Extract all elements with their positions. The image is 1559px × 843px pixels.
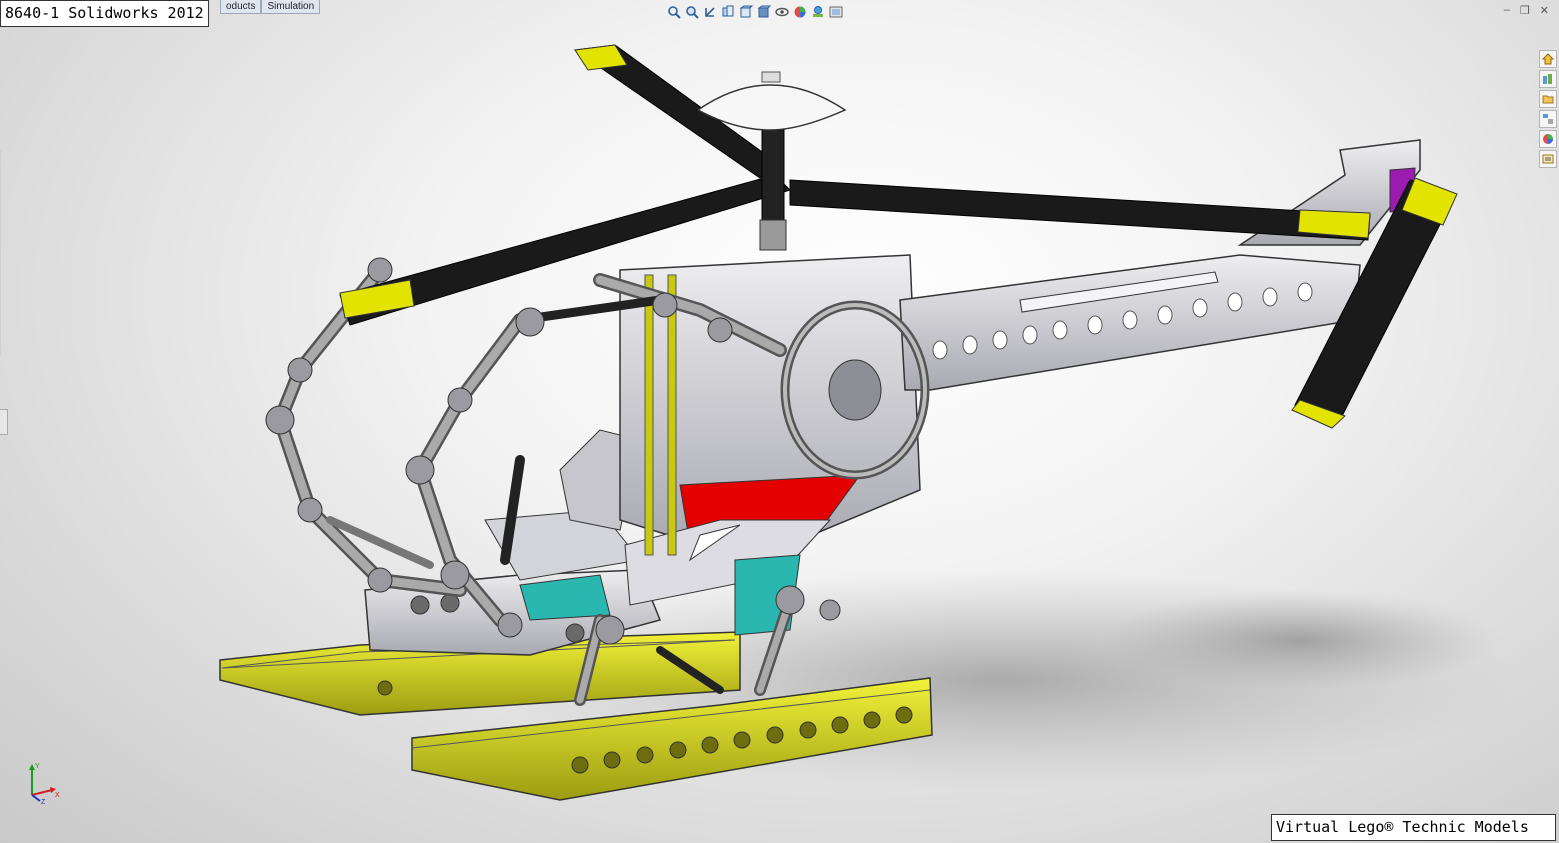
reference-triad: Y X Z [29,763,60,805]
custom-properties-icon[interactable] [1539,150,1557,168]
view-orientation-icon[interactable] [738,4,754,20]
display-style-icon[interactable] [756,4,772,20]
tab-simulation[interactable]: Simulation [261,0,321,14]
triad-x-label: X [55,792,60,799]
watermark-label: Virtual Lego® Technic Models [1271,814,1556,841]
command-manager-tabs: oducts Simulation [220,0,321,14]
file-explorer-icon[interactable] [1539,90,1557,108]
resources-icon[interactable] [1539,50,1557,68]
triad-z-label: Z [41,799,46,805]
previous-view-icon[interactable] [702,4,718,20]
view-palette-icon[interactable] [1539,110,1557,128]
window-controls: – ❐ ✕ [1504,4,1549,17]
tab-products[interactable]: oducts [220,0,262,14]
section-view-icon[interactable] [720,4,736,20]
zoom-to-fit-icon[interactable] [666,4,682,20]
heads-up-view-toolbar [666,3,844,21]
edit-appearance-icon[interactable] [792,4,808,20]
view-settings-icon[interactable] [828,4,844,20]
close-button[interactable]: ✕ [1540,4,1549,17]
zoom-area-icon[interactable] [684,4,700,20]
minimize-button[interactable]: – [1504,4,1510,17]
design-library-icon[interactable] [1539,70,1557,88]
restore-button[interactable]: ❐ [1520,4,1530,17]
ground-shadow-rotor [1100,590,1500,690]
triad-y-label: Y [35,763,40,770]
helicopter-model-viewport[interactable] [0,0,1559,843]
appearances-icon[interactable] [1539,130,1557,148]
apply-scene-icon[interactable] [810,4,826,20]
hide-show-icon[interactable] [774,4,790,20]
model-title: 8640-1 Solidworks 2012 [0,0,209,27]
task-pane-tabs [1539,50,1557,168]
